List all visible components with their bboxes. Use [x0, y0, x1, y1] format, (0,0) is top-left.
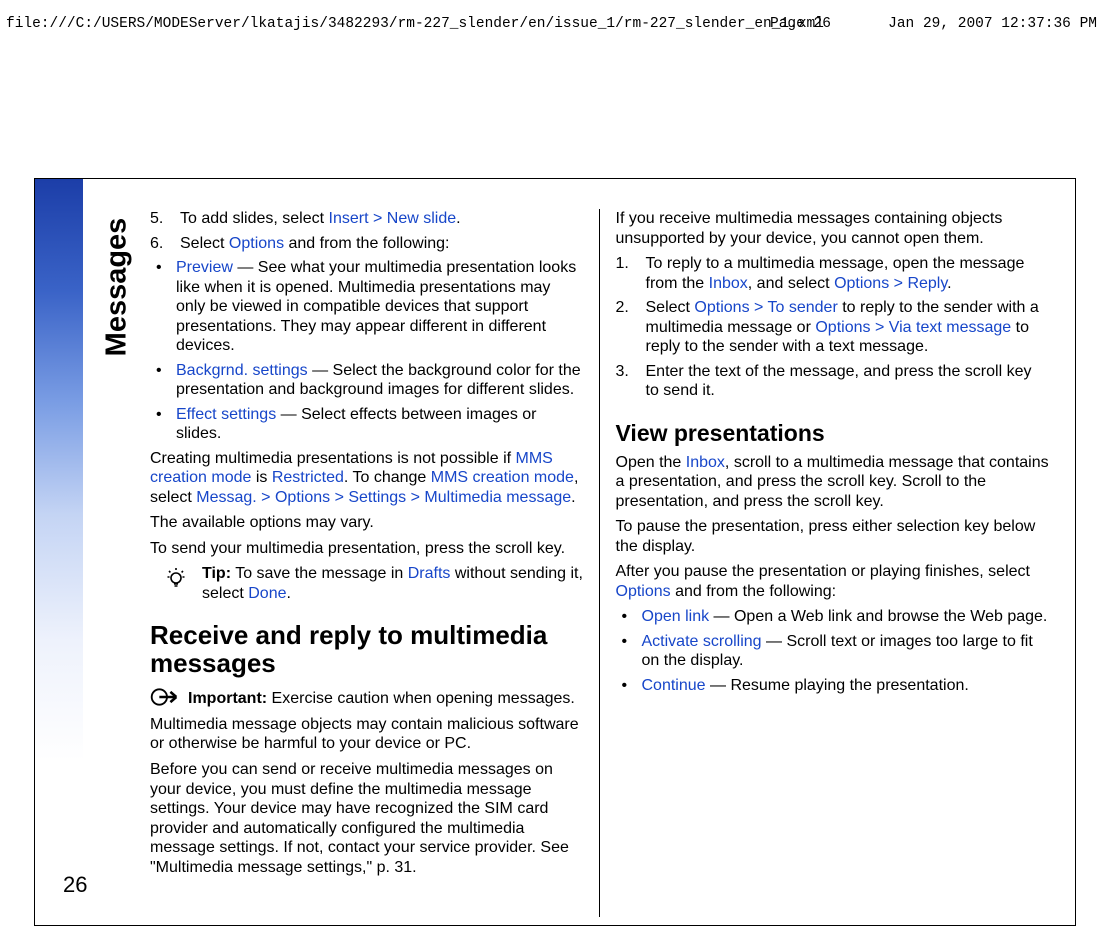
list-item: Open link — Open a Web link and browse t… [616, 607, 1050, 627]
step-number: 3. [616, 362, 641, 382]
ui-term: Options [694, 299, 749, 316]
step-number: 6. [150, 234, 175, 254]
header-datetime: Jan 29, 2007 12:37:36 PM [888, 16, 1097, 34]
step-text: To reply to a multimedia message, open t… [646, 255, 1025, 292]
list-item: Effect settings — Select effects between… [150, 405, 584, 444]
ui-term: Drafts [408, 565, 451, 582]
ui-term: Inbox [686, 454, 725, 471]
step-text: Select Options and from the following: [180, 235, 449, 252]
step-text: Select Options > To sender to reply to t… [646, 299, 1039, 355]
ui-term: Multimedia message [424, 489, 571, 506]
tip-callout: Tip: To save the message in Drafts witho… [150, 564, 584, 603]
paragraph: Creating multimedia presentations is not… [150, 449, 584, 508]
breadcrumb-arrow-icon: > [411, 489, 420, 506]
breadcrumb-arrow-icon: > [754, 299, 763, 316]
ui-term: Insert [329, 210, 369, 227]
step-number: 1. [616, 254, 641, 274]
ui-term: Options [616, 583, 671, 600]
ui-term: Open link [642, 608, 710, 625]
list-item: 1. To reply to a multimedia message, ope… [616, 254, 1050, 293]
list-item: Preview — See what your multimedia prese… [150, 258, 584, 356]
reply-steps-list: 1. To reply to a multimedia message, ope… [616, 254, 1050, 401]
section-tab: Messages [83, 209, 150, 365]
steps-list-part2: 5. To add slides, select Insert > New sl… [150, 209, 584, 253]
breadcrumb-arrow-icon: > [373, 210, 382, 227]
paragraph: To pause the presentation, press either … [616, 517, 1050, 556]
section-tab-label: Messages [99, 218, 134, 357]
step-text: Enter the text of the message, and press… [646, 363, 1032, 400]
options-bullet-list: Preview — See what your multimedia prese… [150, 258, 584, 444]
ui-term: Options [275, 489, 330, 506]
ui-term: Preview [176, 259, 233, 276]
page-number: 26 [63, 872, 87, 899]
ui-term: Effect settings [176, 406, 276, 423]
header-filepath: file:///C:/USERS/MODEServer/lkatajis/348… [6, 16, 824, 34]
paragraph: The available options may vary. [150, 513, 584, 533]
breadcrumb-arrow-icon: > [261, 489, 270, 506]
tip-text: Tip: To save the message in Drafts witho… [202, 564, 584, 603]
paragraph: If you receive multimedia messages conta… [616, 209, 1050, 248]
ui-term: To sender [768, 299, 838, 316]
ui-term: Options [815, 319, 870, 336]
list-item: 3. Enter the text of the message, and pr… [616, 362, 1050, 401]
page-content: 5. To add slides, select Insert > New sl… [150, 209, 1049, 917]
ui-term: Done [248, 585, 286, 602]
ui-term: Reply [907, 275, 947, 292]
important-callout: Important: Exercise caution when opening… [150, 685, 584, 754]
breadcrumb-arrow-icon: > [335, 489, 344, 506]
section-heading: Receive and reply to multimedia messages [150, 621, 584, 677]
page-frame: Messages 26 5. To add slides, select Ins… [34, 178, 1076, 926]
step-number: 2. [616, 298, 641, 318]
list-item: Continue — Resume playing the presentati… [616, 676, 1050, 696]
paragraph: Open the Inbox, scroll to a multimedia m… [616, 453, 1050, 512]
header-page-indicator: Page 26 [770, 16, 831, 34]
ui-term: New slide [387, 210, 456, 227]
paragraph: Before you can send or receive multimedi… [150, 760, 584, 877]
important-arrow-icon [150, 685, 184, 715]
paragraph: After you pause the presentation or play… [616, 562, 1050, 601]
ui-term: Settings [348, 489, 406, 506]
ui-term: MMS creation mode [431, 469, 574, 486]
left-gradient-bar [35, 179, 83, 925]
ui-term: Via text message [889, 319, 1011, 336]
ui-term: Backgrnd. settings [176, 362, 308, 379]
tip-lightbulb-icon [164, 565, 188, 593]
ui-term: Continue [642, 677, 706, 694]
list-item: Backgrnd. settings — Select the backgrou… [150, 361, 584, 400]
presentation-options-list: Open link — Open a Web link and browse t… [616, 607, 1050, 695]
list-item: 6. Select Options and from the following… [150, 234, 584, 254]
subsection-heading: View presentations [616, 419, 1050, 447]
tip-label: Tip: [202, 565, 231, 582]
list-item: Activate scrolling — Scroll text or imag… [616, 632, 1050, 671]
list-item: 5. To add slides, select Insert > New sl… [150, 209, 584, 229]
ui-term: Inbox [709, 275, 748, 292]
ui-term: Restricted [272, 469, 344, 486]
important-label: Important: [188, 690, 272, 707]
breadcrumb-arrow-icon: > [875, 319, 884, 336]
paragraph: To send your multimedia presentation, pr… [150, 539, 584, 559]
step-number: 5. [150, 209, 175, 229]
ui-term: Messag. [196, 489, 256, 506]
ui-term: Activate scrolling [642, 633, 762, 650]
ui-term: Options [834, 275, 889, 292]
ui-term: Options [229, 235, 284, 252]
step-text: To add slides, select Insert > New slide… [180, 210, 461, 227]
breadcrumb-arrow-icon: > [894, 275, 903, 292]
list-item: 2. Select Options > To sender to reply t… [616, 298, 1050, 357]
